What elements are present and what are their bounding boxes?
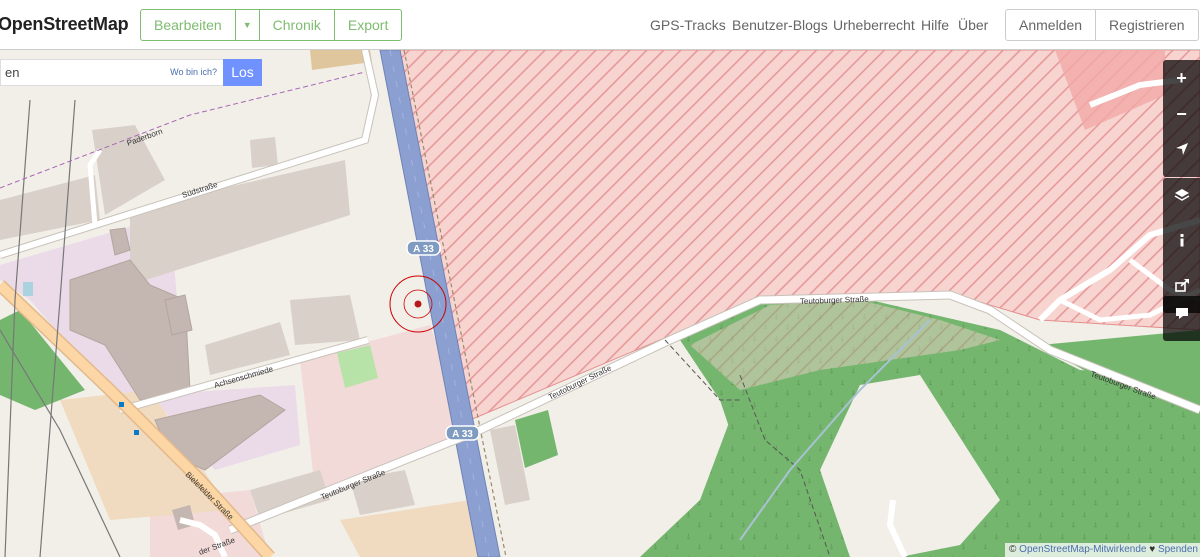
map-key-button[interactable]: [1163, 232, 1200, 268]
shield-label-bottom: A 33: [452, 429, 473, 440]
comment-icon: [1175, 308, 1188, 319]
building-block: [250, 137, 278, 168]
motorway-shield-bottom: A 33: [445, 425, 480, 441]
plus-icon: +: [1176, 68, 1187, 88]
search-input[interactable]: [1, 60, 161, 85]
attribution-link[interactable]: OpenStreetMap-Mitwirkende: [1019, 544, 1146, 555]
poi-marker: [23, 282, 33, 296]
building-block: [290, 295, 360, 345]
auth-button-group: Anmelden Registrieren: [1005, 9, 1199, 41]
zoom-out-button[interactable]: −: [1163, 96, 1200, 132]
zoom-controls: + −: [1163, 60, 1200, 177]
location-marker[interactable]: [414, 300, 422, 308]
note-controls: [1163, 296, 1200, 341]
edit-button[interactable]: Bearbeiten: [141, 10, 236, 40]
navigation-arrow-icon: [1175, 143, 1188, 155]
nav-help[interactable]: Hilfe: [921, 17, 949, 33]
info-icon: [1180, 234, 1183, 247]
edit-button-group: Bearbeiten ▼ Chronik Export: [140, 9, 403, 41]
attribution-prefix: ©: [1009, 544, 1017, 555]
motorway-shield-top: A 33: [406, 240, 441, 256]
search-bar: Wo bin ich? Los: [0, 59, 262, 86]
locate-button[interactable]: [1163, 141, 1200, 177]
where-am-i-link[interactable]: Wo bin ich?: [170, 67, 217, 77]
map-view[interactable]: ⍋ ⍋: [0, 50, 1200, 557]
caret-down-icon: ▼: [242, 20, 252, 30]
header: OpenStreetMap Bearbeiten ▼ Chronik Expor…: [0, 0, 1200, 50]
nav-about[interactable]: Über: [958, 17, 988, 33]
signup-button[interactable]: Registrieren: [1096, 10, 1197, 40]
nav-gps-tracks[interactable]: GPS-Tracks: [650, 17, 726, 33]
donate-link[interactable]: Spenden: [1158, 544, 1198, 555]
add-note-button[interactable]: [1163, 305, 1200, 341]
layers-icon: [1174, 189, 1189, 201]
poi-marker: [119, 402, 124, 407]
layer-controls: [1163, 178, 1200, 313]
minus-icon: −: [1176, 104, 1187, 124]
poi-marker: [134, 430, 139, 435]
nav-copyright[interactable]: Urheberrecht: [833, 17, 915, 33]
attribution: © OpenStreetMap-Mitwirkende ♥ Spenden: [1005, 543, 1200, 557]
search-go-button[interactable]: Los: [223, 59, 262, 86]
search-box: Wo bin ich?: [0, 59, 223, 86]
nav-user-blogs[interactable]: Benutzer-Blogs: [732, 17, 828, 33]
history-button[interactable]: Chronik: [260, 10, 335, 40]
login-button[interactable]: Anmelden: [1006, 10, 1097, 40]
edit-dropdown-toggle[interactable]: ▼: [236, 10, 260, 40]
brand-title[interactable]: OpenStreetMap: [0, 14, 129, 35]
zoom-in-button[interactable]: +: [1163, 60, 1200, 96]
share-icon: [1174, 279, 1189, 292]
layers-button[interactable]: [1163, 187, 1200, 223]
heart-icon: ♥: [1149, 544, 1156, 555]
export-button[interactable]: Export: [335, 10, 401, 40]
shield-label-top: A 33: [413, 244, 434, 255]
